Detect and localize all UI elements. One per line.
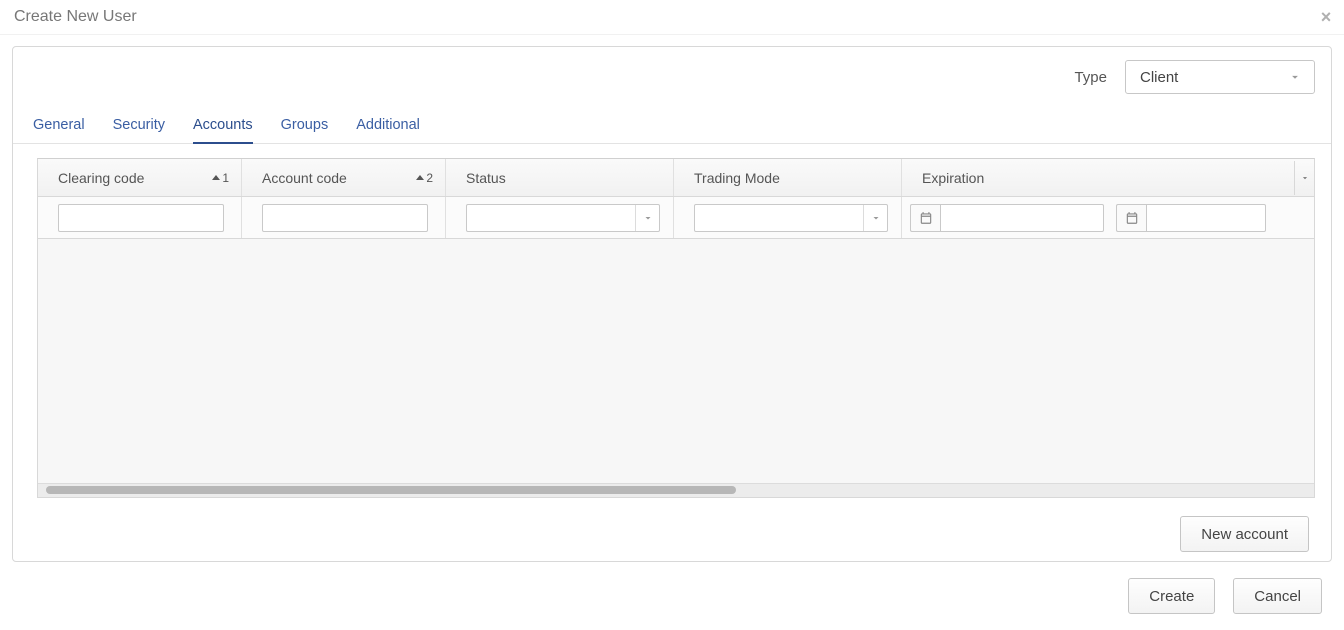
col-status[interactable]: Status	[446, 159, 674, 196]
chevron-down-icon	[863, 205, 887, 231]
scrollbar-thumb[interactable]	[46, 486, 736, 494]
dialog-title: Create New User	[14, 8, 137, 26]
close-icon[interactable]: ×	[1314, 5, 1338, 29]
new-account-button[interactable]: New account	[1180, 516, 1309, 552]
filter-expiration-from[interactable]	[940, 204, 1104, 232]
columns-menu-icon[interactable]	[1294, 161, 1314, 195]
chevron-down-icon	[1286, 68, 1304, 86]
filter-status[interactable]	[466, 204, 660, 232]
filter-expiration-to[interactable]	[1146, 204, 1266, 232]
tab-additional[interactable]: Additional	[356, 109, 420, 143]
grid-header-row: Clearing code 1 Account code 2	[38, 159, 1314, 197]
main-panel: Type Client General Security Accounts Gr…	[12, 46, 1332, 562]
type-select-value: Client	[1140, 69, 1178, 86]
grid-body	[38, 239, 1314, 483]
filter-trading-mode[interactable]	[694, 204, 888, 232]
tab-accounts[interactable]: Accounts	[193, 109, 253, 143]
col-clearing-code[interactable]: Clearing code 1	[38, 159, 242, 196]
tab-groups[interactable]: Groups	[281, 109, 329, 143]
col-account-code[interactable]: Account code 2	[242, 159, 446, 196]
filter-account-code[interactable]	[262, 204, 428, 232]
calendar-icon[interactable]	[910, 204, 940, 232]
calendar-icon[interactable]	[1116, 204, 1146, 232]
col-expiration[interactable]: Expiration	[902, 159, 1314, 196]
sort-asc-icon	[416, 175, 424, 180]
create-button[interactable]: Create	[1128, 578, 1215, 614]
tab-bar: General Security Accounts Groups Additio…	[13, 109, 1331, 144]
tab-security[interactable]: Security	[113, 109, 165, 143]
type-select[interactable]: Client	[1125, 60, 1315, 94]
type-label: Type	[1074, 69, 1107, 86]
tab-general[interactable]: General	[33, 109, 85, 143]
sort-indicator: 1	[212, 171, 229, 185]
grid-filter-row	[38, 197, 1314, 239]
col-trading-mode[interactable]: Trading Mode	[674, 159, 902, 196]
accounts-grid: Clearing code 1 Account code 2	[37, 158, 1315, 498]
sort-asc-icon	[212, 175, 220, 180]
cancel-button[interactable]: Cancel	[1233, 578, 1322, 614]
chevron-down-icon	[635, 205, 659, 231]
sort-indicator: 2	[416, 171, 433, 185]
filter-clearing-code[interactable]	[58, 204, 224, 232]
horizontal-scrollbar[interactable]	[38, 483, 1314, 497]
